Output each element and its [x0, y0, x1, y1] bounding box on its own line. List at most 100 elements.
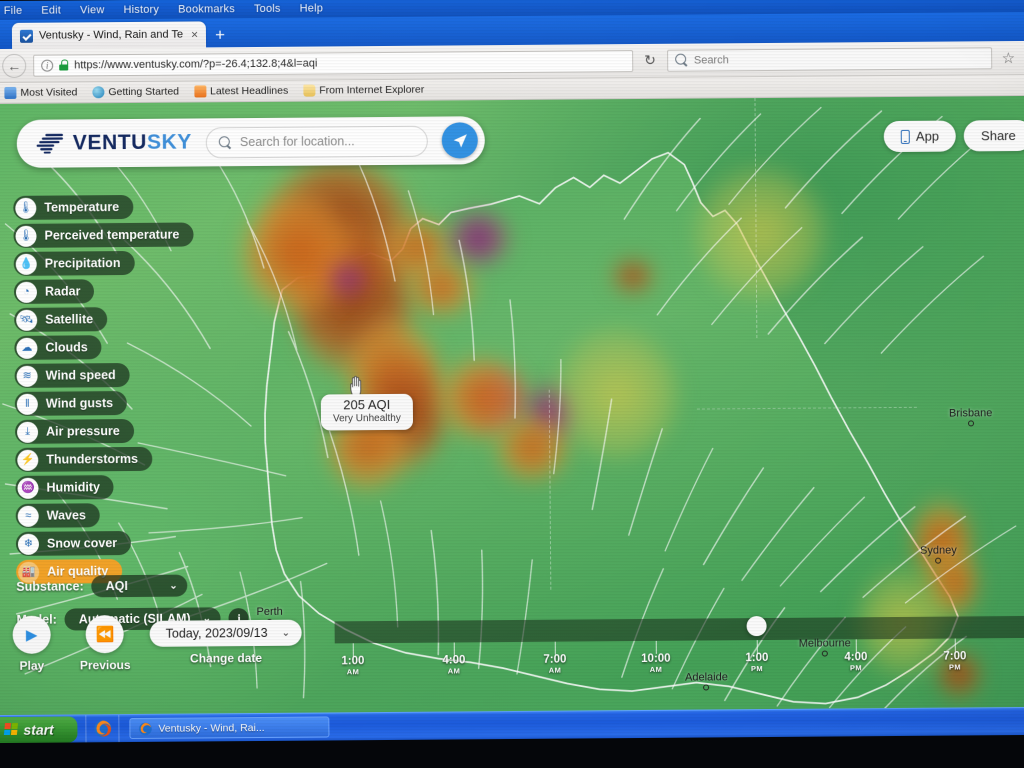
- menu-help[interactable]: Help: [300, 2, 324, 14]
- timeline-handle[interactable]: [746, 616, 767, 637]
- timeline-track[interactable]: [334, 615, 1024, 644]
- bookmark-from-internet-explorer[interactable]: From Internet Explorer: [303, 84, 424, 97]
- screen-content: File Edit View History Bookmarks Tools H…: [0, 0, 1024, 744]
- play-button[interactable]: ▶: [12, 615, 51, 654]
- pressure-icon: ⤓: [16, 421, 39, 443]
- locate-me-button[interactable]: [441, 122, 479, 159]
- bookmark-label: Latest Headlines: [209, 84, 289, 98]
- date-picker-button[interactable]: Today, 2023/09/13 ⌄: [149, 619, 303, 647]
- layer-item-satellite[interactable]: 🛰 Satellite: [14, 307, 108, 332]
- tick-time: 1:00: [745, 651, 769, 665]
- share-label: Share: [981, 128, 1016, 144]
- timeline-tick-label: 4:00 AM: [442, 654, 465, 675]
- paper-plane-icon: [453, 133, 467, 148]
- layer-item-wind-gusts[interactable]: ‖ Wind gusts: [14, 391, 128, 416]
- bookmark-most-visited[interactable]: Most Visited: [4, 86, 77, 99]
- menu-tools[interactable]: Tools: [254, 2, 281, 14]
- layer-item-label: Satellite: [45, 312, 94, 327]
- layer-item-wind-speed[interactable]: ≋ Wind speed: [14, 363, 130, 388]
- app-button[interactable]: App: [883, 120, 957, 153]
- layer-item-label: Air pressure: [46, 424, 120, 439]
- url-bar[interactable]: i https://www.ventusky.com/?p=-26.4;132.…: [33, 49, 634, 77]
- search-placeholder: Search for location...: [239, 134, 355, 150]
- substance-select[interactable]: AQI ⌄: [91, 574, 188, 598]
- previous-button[interactable]: ⏪: [85, 615, 125, 654]
- share-button[interactable]: Share: [963, 119, 1024, 152]
- tick-meridiem: PM: [750, 664, 764, 674]
- bookmark-getting-started[interactable]: Getting Started: [92, 86, 179, 99]
- menu-file[interactable]: File: [4, 4, 23, 16]
- taskbar-item-ventusky[interactable]: Ventusky - Wind, Rai...: [129, 716, 330, 740]
- start-button[interactable]: start: [0, 715, 78, 743]
- tick-time: 4:00: [844, 651, 868, 664]
- timeline-tick-label: 4:00 PM: [844, 651, 867, 672]
- layer-item-air-pressure[interactable]: ⤓ Air pressure: [14, 418, 134, 444]
- tick-meridiem: AM: [346, 667, 360, 677]
- ventusky-wordmark: VENTUSKY: [73, 131, 192, 156]
- chevron-down-icon: ⌄: [169, 580, 178, 592]
- snowflake-icon: ❄: [17, 533, 40, 555]
- layer-item-label: Precipitation: [44, 256, 121, 271]
- layer-item-snow-cover[interactable]: ❄ Snow cover: [15, 530, 132, 556]
- ventusky-logo[interactable]: VENTUSKY: [35, 131, 192, 156]
- layer-item-waves[interactable]: ≈ Waves: [15, 503, 100, 528]
- layer-item-thunderstorms[interactable]: ⚡ Thunderstorms: [15, 446, 153, 472]
- city-label: Brisbane: [948, 407, 993, 420]
- layer-item-precipitation[interactable]: 💧 Precipitation: [13, 250, 135, 276]
- feels-like-icon: 🌡: [15, 225, 37, 247]
- layer-item-label: Thunderstorms: [46, 451, 139, 467]
- search-icon: [219, 136, 232, 149]
- bookmark-star-icon[interactable]: ☆: [999, 49, 1019, 67]
- timeline-tick-label: 7:00 AM: [543, 654, 566, 675]
- layer-item-label: Perceived temperature: [44, 227, 180, 243]
- waves-icon: ≈: [17, 505, 39, 527]
- new-tab-button[interactable]: +: [215, 25, 225, 44]
- ventusky-header: VENTUSKY Search for location...: [16, 116, 486, 168]
- bookmark-label: Most Visited: [20, 86, 78, 99]
- humidity-icon: ♒: [17, 477, 39, 499]
- mobile-phone-icon: [900, 129, 910, 144]
- timeline-tick-label: 1:00 PM: [745, 652, 768, 673]
- tick-meridiem: PM: [849, 663, 863, 673]
- layer-item-perceived-temperature[interactable]: 🌡 Perceived temperature: [13, 222, 194, 248]
- radar-icon: ◔: [15, 281, 38, 303]
- city-dot-icon: [935, 557, 942, 564]
- top-right-actions: App Share: [883, 119, 1024, 153]
- reload-icon[interactable]: ↻: [640, 52, 660, 69]
- layer-item-label: Waves: [46, 508, 86, 523]
- tick-meridiem: PM: [948, 662, 962, 672]
- menu-edit[interactable]: Edit: [41, 4, 61, 16]
- photographed-screen: File Edit View History Bookmarks Tools H…: [0, 0, 1024, 768]
- menu-history[interactable]: History: [123, 3, 159, 15]
- wind-icon: ≋: [16, 365, 38, 387]
- aqi-category: Very Unhealthy: [332, 412, 401, 425]
- layer-item-radar[interactable]: ◔ Radar: [13, 279, 95, 304]
- windows-logo-icon: [3, 722, 19, 736]
- search-input[interactable]: Search for location...: [205, 125, 429, 158]
- layer-item-label: Wind speed: [45, 368, 116, 383]
- layer-item-temperature[interactable]: 🌡 Temperature: [13, 194, 134, 220]
- ventusky-map-viewport[interactable]: Perth Adelaide Melbourne Sydney Brisbane: [0, 95, 1024, 716]
- chevron-down-icon: ⌄: [281, 627, 291, 639]
- quicklaunch-firefox[interactable]: [85, 715, 120, 743]
- browser-search-box[interactable]: Search: [666, 46, 992, 72]
- layer-item-label: Temperature: [44, 200, 120, 215]
- date-value: Today, 2023/09/13: [165, 625, 268, 641]
- city-dot-icon: [967, 420, 974, 427]
- back-button[interactable]: ←: [2, 53, 27, 78]
- menu-bookmarks[interactable]: Bookmarks: [178, 3, 235, 15]
- bookmark-label: From Internet Explorer: [319, 83, 425, 97]
- layer-item-clouds[interactable]: ☁ Clouds: [14, 335, 102, 360]
- layer-item-humidity[interactable]: ♒ Humidity: [15, 475, 115, 500]
- play-icon: ▶: [25, 626, 38, 644]
- previous-control: ⏪ Previous: [80, 615, 131, 672]
- page-info-icon[interactable]: i: [41, 59, 54, 72]
- tick-time: 10:00: [641, 652, 671, 665]
- change-date-control: Today, 2023/09/13 ⌄ Change date: [149, 619, 303, 666]
- city-marker-brisbane: Brisbane: [948, 407, 993, 427]
- menu-view[interactable]: View: [80, 4, 105, 16]
- browser-tab[interactable]: Ventusky - Wind, Rain and Te ×: [11, 21, 207, 49]
- ventusky-favicon-icon: [19, 29, 34, 43]
- bookmark-latest-headlines[interactable]: Latest Headlines: [193, 84, 289, 98]
- close-icon[interactable]: ×: [189, 27, 200, 41]
